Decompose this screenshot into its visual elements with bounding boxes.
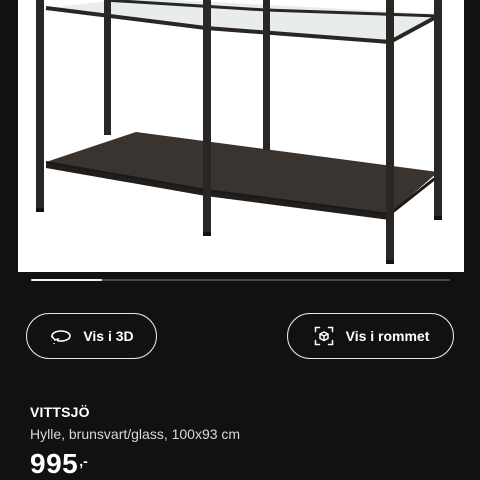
product-image[interactable] (18, 0, 464, 272)
price-amount: 995 (30, 448, 79, 479)
front-middle-leg (203, 0, 211, 236)
rotate-3d-icon (49, 324, 73, 348)
back-right-leg (263, 0, 270, 150)
product-price: 995 ,- (30, 448, 88, 480)
gallery-progress-bar[interactable] (31, 279, 450, 281)
back-left-leg (104, 0, 111, 135)
product-page: Vis i 3D Vis i rommet VITTSJÖ Hylle, bru… (0, 0, 480, 480)
front-left-leg (36, 0, 44, 212)
price-suffix: ,- (79, 453, 88, 469)
view-in-room-label: Vis i rommet (345, 328, 430, 344)
ar-cube-icon (312, 324, 336, 348)
front-right-leg (386, 0, 394, 264)
view-in-3d-label: Vis i 3D (83, 328, 134, 344)
product-description: Hylle, brunsvart/glass, 100x93 cm (30, 426, 241, 442)
shelf-unit-illustration (36, 0, 442, 264)
view-in-3d-button[interactable]: Vis i 3D (26, 313, 157, 359)
gallery-progress-indicator (31, 279, 103, 281)
product-name: VITTSJÖ (30, 404, 90, 420)
side-right-leg (434, 0, 442, 220)
view-in-room-button[interactable]: Vis i rommet (287, 313, 454, 359)
